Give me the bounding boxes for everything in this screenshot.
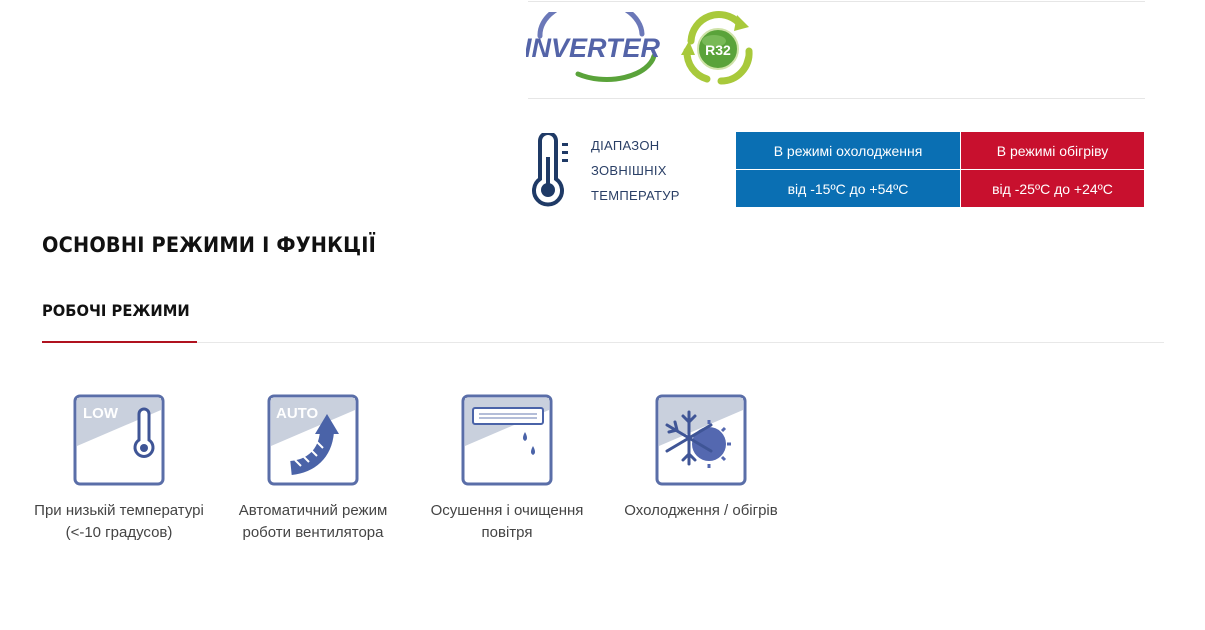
inverter-logo-text: INVERTER xyxy=(526,33,660,63)
auto-icon-text: AUTO xyxy=(276,405,319,422)
feature-caption: При низькій температурі (<-10 градусов) xyxy=(34,502,204,541)
inverter-logo: INVERTER xyxy=(526,12,660,82)
tab-divider xyxy=(197,342,1164,343)
heating-range-value: від -25ºC до +24ºC xyxy=(960,169,1145,208)
thermometer-icon xyxy=(532,133,568,207)
cooling-range-value: від -15ºC до +54ºC xyxy=(735,169,961,208)
active-tab-underline xyxy=(42,341,197,343)
feature-auto-fan: AUTO Автоматичний режим роботи вентилято… xyxy=(228,394,398,544)
dehumidify-icon xyxy=(461,394,553,486)
snowflake-sun-icon xyxy=(655,394,747,486)
range-label: ДІАПАЗОН ЗОВНІШНІХ ТЕМПЕРАТУР xyxy=(591,138,680,203)
divider xyxy=(528,1,1145,2)
cooling-header: В режимі охолодження xyxy=(735,131,961,170)
tab-operating-modes[interactable]: РОБОЧІ РЕЖИМИ xyxy=(42,301,190,320)
feature-low-temperature: LOW При низькій температурі (<-10 градус… xyxy=(34,394,204,544)
heating-header: В режимі обігріву xyxy=(960,131,1145,170)
product-page: INVERTER R32 ДІАПАЗОН ЗОВНІШНІХ ТЕМПЕРАТ… xyxy=(0,0,1205,630)
auto-fan-icon: AUTO xyxy=(267,394,359,486)
feature-cool-heat: Охолодження / обігрів xyxy=(616,394,786,522)
feature-caption: Осушення і очищення повітря xyxy=(430,502,584,541)
r32-logo: R32 xyxy=(681,11,753,85)
feature-caption: Охолодження / обігрів xyxy=(624,502,778,519)
range-table: В режимі охолодження В режимі обігріву в… xyxy=(735,131,1145,208)
low-icon-text: LOW xyxy=(83,405,119,422)
temperature-range: ДІАПАЗОН ЗОВНІШНІХ ТЕМПЕРАТУР В режимі о… xyxy=(528,131,1145,209)
divider xyxy=(528,98,1145,99)
section-title: ОСНОВНІ РЕЖИМИ І ФУНКЦІЇ xyxy=(42,233,376,257)
feature-caption: Автоматичний режим роботи вентилятора xyxy=(238,502,388,541)
feature-dehumidify: Осушення і очищення повітря xyxy=(422,394,592,544)
r32-logo-text: R32 xyxy=(705,42,731,58)
low-temperature-icon: LOW xyxy=(73,394,165,486)
